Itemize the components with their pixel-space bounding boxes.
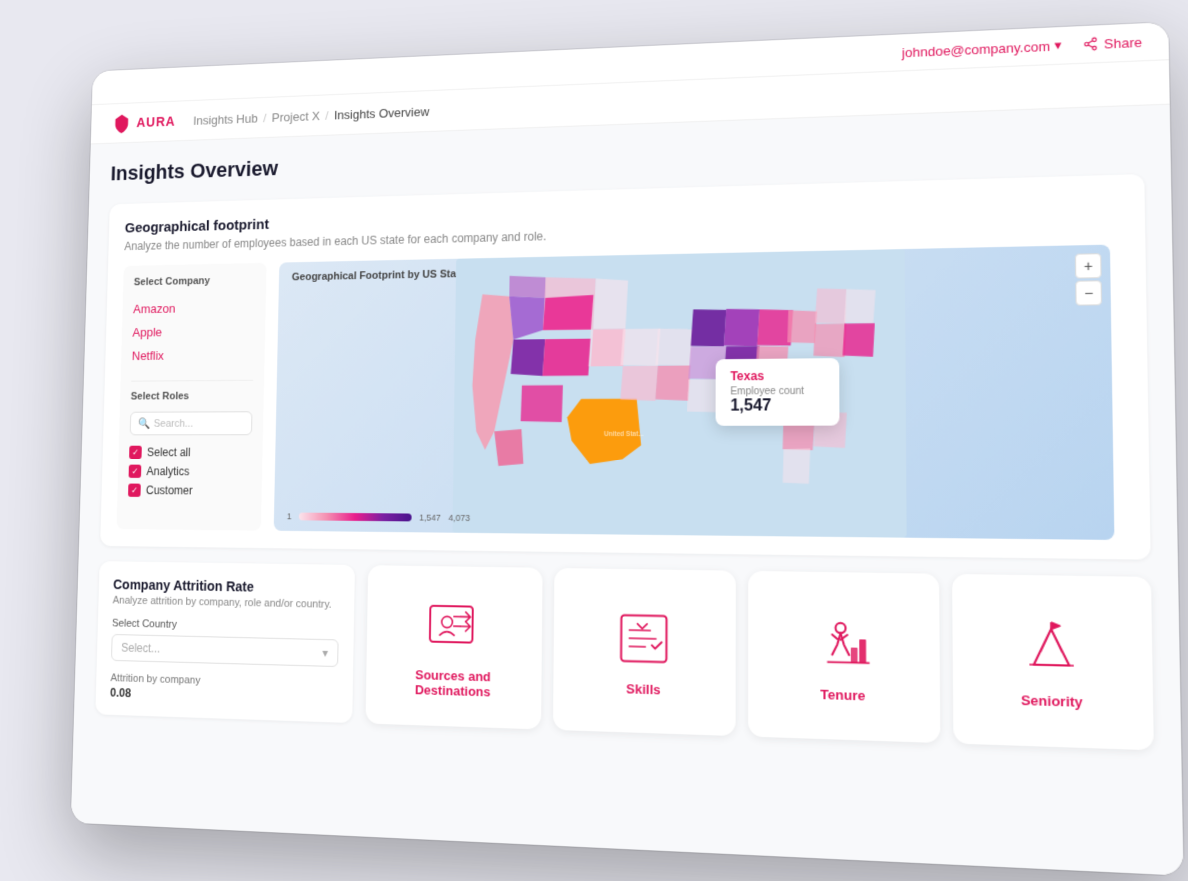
logo-text: AURA [136, 113, 175, 129]
map-legend: 1 1,547 4,073 [287, 511, 470, 522]
bottom-section: Company Attrition Rate Analyze attrition… [95, 561, 1154, 750]
company-amazon[interactable]: Amazon [133, 295, 255, 320]
breadcrumb-part2[interactable]: Project X [272, 108, 320, 124]
checkbox-select-all[interactable]: ✓ Select all [129, 442, 252, 461]
dropdown-chevron: ▾ [322, 645, 328, 659]
legend-mid: 1,547 [419, 512, 441, 522]
map-controls: + − [1075, 253, 1102, 306]
tooltip-value: 1,547 [730, 397, 825, 416]
company-apple[interactable]: Apple [132, 318, 254, 343]
attrition-card: Company Attrition Rate Analyze attrition… [95, 561, 355, 723]
feature-label-sources: Sources and Destinations [379, 666, 527, 700]
svg-text:United Stat...: United Stat... [604, 430, 644, 437]
select-country-label: Select Country [112, 617, 339, 634]
feature-card-tenure[interactable]: Tenure [748, 570, 940, 742]
feature-label-skills: Skills [626, 680, 660, 696]
sources-icon [422, 593, 485, 658]
company-list: Amazon Apple Netflix [132, 295, 255, 367]
country-dropdown[interactable]: Select... ▾ [111, 633, 339, 666]
feature-cards: Sources and Destinations Skills [365, 565, 1153, 750]
feature-label-tenure: Tenure [820, 685, 865, 702]
select-company-label: Select Company [134, 274, 256, 288]
zoom-out-button[interactable]: − [1075, 280, 1102, 305]
tooltip-label: Employee count [730, 386, 825, 398]
geo-layout: Select Company Amazon Apple Netflix Sele… [116, 244, 1130, 540]
breadcrumb-sep1: / [263, 110, 267, 124]
feature-card-seniority[interactable]: Seniority [951, 573, 1153, 749]
zoom-in-button[interactable]: + [1075, 253, 1102, 278]
aura-logo: AURA [112, 110, 176, 133]
breadcrumb-sep2: / [325, 107, 329, 121]
user-email[interactable]: johndoe@company.com ▾ [902, 37, 1062, 60]
breadcrumb-part1[interactable]: Insights Hub [193, 110, 258, 126]
tenure-icon [809, 608, 877, 676]
attrition-subtitle: Analyze attrition by company, role and/o… [113, 594, 340, 610]
select-roles-label: Select Roles [131, 390, 253, 402]
feature-card-skills[interactable]: Skills [552, 567, 735, 735]
legend-bar [299, 512, 412, 521]
map-tooltip: Texas Employee count 1,547 [716, 358, 840, 426]
main-content: Insights Overview Geographical footprint… [71, 104, 1184, 875]
tooltip-state: Texas [730, 368, 825, 383]
search-placeholder: Search... [154, 417, 194, 428]
seniority-icon [1015, 612, 1087, 682]
geo-sidebar: Select Company Amazon Apple Netflix Sele… [116, 262, 266, 530]
breadcrumb: Insights Hub / Project X / Insights Over… [193, 103, 429, 126]
company-netflix[interactable]: Netflix [132, 342, 254, 367]
skills-icon [611, 604, 676, 671]
geo-section: Geographical footprint Analyze the numbe… [100, 173, 1151, 559]
roles-search-box[interactable]: 🔍 Search... [130, 411, 253, 435]
search-icon: 🔍 [138, 417, 150, 429]
checkbox-analytics[interactable]: ✓ Analytics [128, 461, 251, 481]
geo-map: Geographical Footprint by US State [274, 244, 1115, 539]
feature-card-sources[interactable]: Sources and Destinations [365, 565, 542, 729]
share-button[interactable]: Share [1083, 34, 1142, 52]
legend-min: 1 [287, 511, 292, 521]
breadcrumb-current: Insights Overview [334, 103, 429, 121]
dropdown-placeholder: Select... [121, 640, 160, 654]
legend-max: 4,073 [448, 512, 470, 522]
attrition-title: Company Attrition Rate [113, 576, 340, 596]
feature-label-seniority: Seniority [1021, 691, 1083, 709]
checkbox-customer[interactable]: ✓ Customer [128, 480, 251, 500]
checkbox-list: ✓ Select all ✓ Analytics ✓ Customer [128, 442, 252, 500]
